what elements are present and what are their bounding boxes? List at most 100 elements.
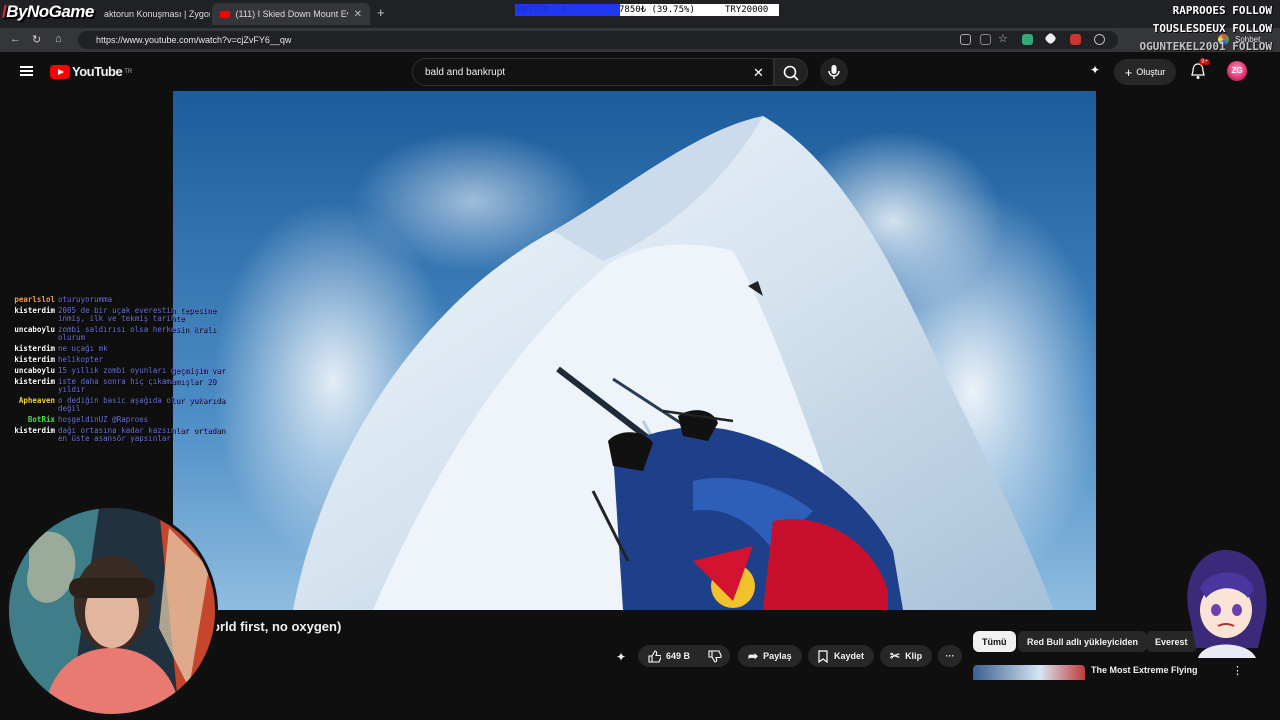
chat-message: kisterdim iste daha sonra hiç çıkamamışla…: [0, 378, 230, 394]
youtube-play-icon: [50, 64, 70, 79]
thumbs-down-icon: [708, 649, 722, 663]
chip-label: Tümü: [982, 636, 1007, 647]
video-title: orld first, no oxygen): [212, 619, 342, 634]
new-tab-button[interactable]: +: [377, 5, 385, 20]
tab-label: aktorun Konuşması | Zygon: [104, 9, 210, 19]
chat-username: kisterdim: [14, 377, 55, 386]
tab-close-icon[interactable]: ✕: [354, 9, 362, 20]
youtube-logo[interactable]: YouTube TR: [50, 64, 132, 79]
youtube-favicon-icon: [220, 10, 230, 18]
related-more-icon[interactable]: ⋮: [1232, 664, 1243, 677]
chat-message: pearlslol oturuyorumma: [0, 296, 230, 304]
chat-message: kisterdim dağı ortasına kadar kazsınlar o…: [0, 427, 230, 443]
chat-username: kisterdim: [14, 306, 55, 315]
search-button[interactable]: [774, 58, 808, 86]
chat-username: uncaboylu: [14, 325, 55, 334]
youtube-wordmark: YouTube: [72, 64, 123, 79]
notifications-button[interactable]: 9+: [1190, 59, 1210, 85]
chat-message: Apheaven o dediğin basic aşağıda olur yuk…: [0, 397, 230, 413]
search-value: bald and bankrupt: [425, 66, 506, 78]
avatar-initials: ZG: [1231, 66, 1243, 75]
video-frame-mountain-skier: [173, 91, 1096, 610]
search-input[interactable]: bald and bankrupt ✕: [412, 58, 774, 86]
clear-search-icon[interactable]: ✕: [753, 65, 764, 81]
like-count: 649 B: [665, 651, 690, 661]
home-icon[interactable]: ⌂: [55, 33, 62, 45]
webcam-image: [9, 508, 215, 714]
chat-message: kisterdim ne uçağı mk: [0, 345, 230, 353]
bookmark-star-icon[interactable]: ☆: [998, 32, 1008, 45]
chat-text: zombi saldırısı olsa herkesin kralı olur…: [58, 325, 217, 342]
clip-label: Klip: [905, 651, 923, 661]
chip-all[interactable]: Tümü: [973, 631, 1016, 652]
chat-text: o dediğin basic aşağıda olur yukarıda de…: [58, 396, 226, 413]
scissors-icon: ✂: [890, 649, 901, 663]
microphone-icon: [828, 65, 840, 79]
chat-text: iste daha sonra hiç çıkamamışlar 20 yıld…: [58, 377, 217, 394]
reload-icon[interactable]: ↻: [32, 33, 41, 46]
region-code: TR: [124, 68, 133, 75]
more-icon: ···: [945, 651, 955, 661]
chat-text: hoşgeldinUZ @Raproes: [58, 415, 149, 424]
save-button[interactable]: Kaydet: [808, 645, 874, 667]
dislike-button[interactable]: [700, 645, 730, 667]
chat-username: uncaboylu: [14, 366, 55, 375]
follow-alert: OGUNTEKEL2001 FOLLOW: [1139, 40, 1272, 53]
extensions-icon[interactable]: [1094, 34, 1105, 45]
tab-label: (111) I Skied Down Mount Ev: [235, 9, 348, 19]
chat-username: BotRix: [27, 415, 55, 424]
chat-text: 2005 de bir uçak everestin tepesine inmi…: [58, 306, 217, 323]
streamer-webcam: [6, 505, 218, 717]
save-bookmark-icon: [818, 649, 828, 663]
chat-text: dağı ortasına kadar kazsınlar ortadan en…: [58, 426, 226, 443]
follow-alert: RAPROOES FOLLOW: [1172, 4, 1272, 17]
chip-label: Red Bull adlı yükleyiciden: [1027, 636, 1139, 647]
share-icon: ➦: [748, 649, 759, 663]
anime-mascot-overlay: [1178, 548, 1274, 658]
chat-message: BotRix hoşgeldinUZ @Raproes: [0, 416, 230, 424]
share-label: Paylaş: [763, 651, 792, 661]
thanks-icon[interactable]: ✦: [616, 650, 626, 664]
mascot-image: [1187, 549, 1267, 658]
donation-goal-bar: DESTEK :3 7850₺ (39.75%) TRY20000: [514, 3, 780, 17]
chip-uploader[interactable]: Red Bull adlı yükleyiciden: [1018, 631, 1148, 652]
share-button[interactable]: ➦ Paylaş: [738, 645, 802, 667]
chat-username: kisterdim: [14, 426, 55, 435]
chat-username: Apheaven: [18, 396, 55, 405]
extension-icon[interactable]: [1022, 34, 1033, 45]
browser-tab-active[interactable]: (111) I Skied Down Mount Ev ✕: [212, 3, 370, 25]
more-actions-button[interactable]: ···: [938, 645, 962, 667]
video-player[interactable]: [173, 91, 1096, 610]
create-button[interactable]: + Oluştur: [1114, 59, 1176, 85]
thumbs-up-icon: [648, 649, 661, 663]
chat-message: uncaboylu 15 yıllık zombi oyunları geçmiş…: [0, 367, 230, 375]
browser-tab[interactable]: aktorun Konuşması | Zygon ✕: [96, 3, 210, 25]
back-icon[interactable]: ←: [10, 33, 21, 45]
channel-logo-text: ByNoGame: [6, 2, 94, 21]
chat-text: helikopter: [58, 355, 104, 364]
hamburger-menu-icon[interactable]: [20, 66, 33, 76]
like-button[interactable]: 649 B: [638, 645, 700, 667]
chat-message: kisterdim 2005 de bir uçak everestin tepe…: [0, 307, 230, 323]
related-video-title[interactable]: The Most Extreme Flying: [1091, 665, 1198, 675]
create-label: Oluştur: [1136, 67, 1166, 77]
chat-username: pearlslol: [14, 295, 55, 304]
browser-address-bar: ← ↻ ⌂ https://www.youtube.com/watch?v=cj…: [0, 28, 1280, 52]
chat-text: oturuyorumma: [58, 295, 113, 304]
url-text: https://www.youtube.com/watch?v=cjZvFY6_…: [96, 35, 292, 45]
chat-username: kisterdim: [14, 355, 55, 364]
notification-badge: 9+: [1199, 59, 1210, 65]
translate-icon[interactable]: [960, 34, 971, 45]
extension-red-icon[interactable]: [1070, 34, 1081, 45]
youtube-header: YouTube TR bald and bankrupt ✕ ✦ + Oluşt…: [0, 52, 1280, 90]
donation-label: DESTEK :3: [517, 5, 566, 15]
chat-message: uncaboylu zombi saldırısı olsa herkesin k…: [0, 326, 230, 342]
apps-icon[interactable]: [980, 34, 991, 45]
related-video-thumbnail[interactable]: [973, 665, 1085, 680]
chat-message: kisterdim helikopter: [0, 356, 230, 364]
avatar[interactable]: ZG: [1227, 61, 1247, 81]
voice-search-button[interactable]: [820, 58, 848, 86]
follow-alert: TOUSLESDEUX FOLLOW: [1152, 22, 1272, 35]
clip-button[interactable]: ✂ Klip: [880, 645, 932, 667]
extension-puzzle-icon[interactable]: ✦: [1090, 63, 1100, 77]
